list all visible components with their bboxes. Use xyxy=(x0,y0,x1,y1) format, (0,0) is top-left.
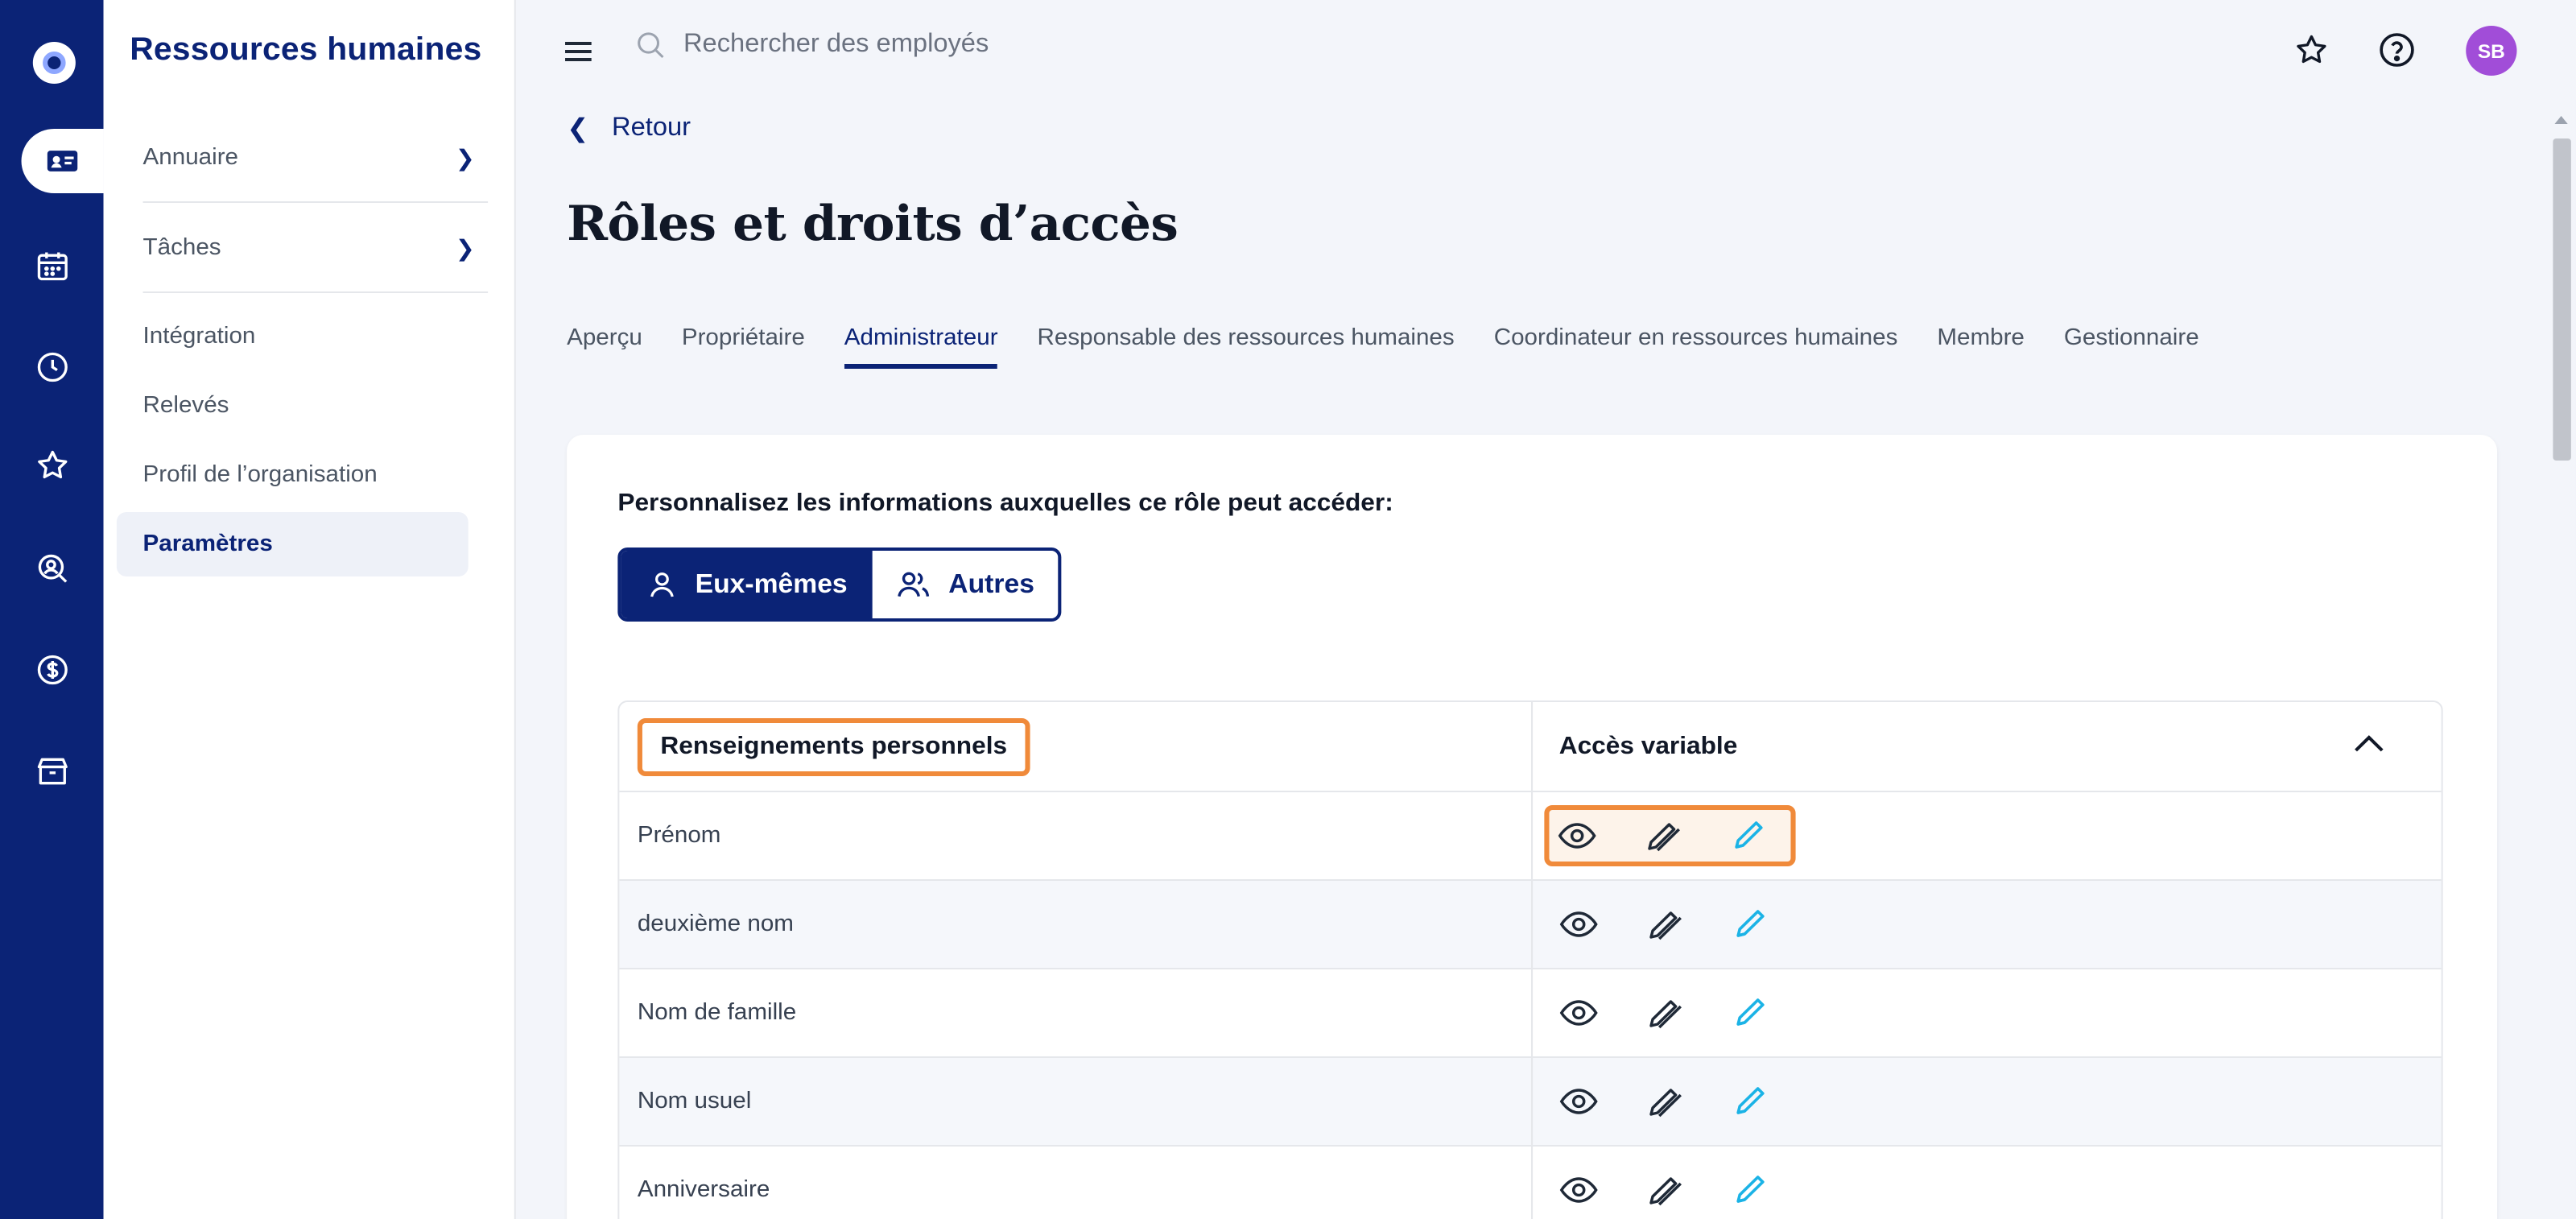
sidebar: Ressources humaines Annuaire ❯ Tâches ❯ … xyxy=(103,0,516,1219)
logo-icon[interactable] xyxy=(32,42,76,84)
help-icon[interactable] xyxy=(2377,31,2417,69)
field-name: Nom de famille xyxy=(619,969,1534,1056)
table-row: Prénom xyxy=(619,791,2442,879)
sidebar-item-label: Annuaire xyxy=(142,145,239,171)
field-name: deuxième nom xyxy=(619,881,1534,968)
tab-membre[interactable]: Membre xyxy=(1937,325,2025,369)
edit-request-pencil-icon[interactable] xyxy=(1645,1171,1684,1209)
app-rail xyxy=(0,0,104,1219)
chevron-right-icon: ❯ xyxy=(455,235,475,261)
tab-responsable-rh[interactable]: Responsable des ressources humaines xyxy=(1038,325,1455,369)
permissions-card: Personnalisez les informations auxquelle… xyxy=(567,435,2498,1219)
edit-pencil-icon[interactable] xyxy=(1730,905,1769,944)
calendar-icon[interactable] xyxy=(0,233,104,298)
sidebar-item-label: Relevés xyxy=(142,393,229,419)
view-eye-icon[interactable] xyxy=(1559,1082,1599,1121)
clock-icon[interactable] xyxy=(0,335,104,399)
sidebar-item-releves[interactable]: Relevés xyxy=(117,374,478,438)
chevron-left-icon: ❮ xyxy=(567,116,589,143)
back-link[interactable]: ❮ Retour xyxy=(567,113,691,145)
sidebar-item-label: Intégration xyxy=(142,324,256,349)
edit-pencil-icon[interactable] xyxy=(1730,994,1769,1032)
table-row: Anniversaire xyxy=(619,1145,2442,1219)
field-name: Nom usuel xyxy=(619,1058,1534,1145)
scrollbar-thumb[interactable] xyxy=(2553,138,2571,461)
sidebar-item-label: Tâches xyxy=(142,235,221,261)
view-eye-icon[interactable] xyxy=(1559,994,1599,1032)
dollar-icon[interactable] xyxy=(0,638,104,702)
edit-request-pencil-icon[interactable] xyxy=(1645,905,1684,944)
table-row: Nom de famille xyxy=(619,968,2442,1056)
people-card-icon[interactable] xyxy=(21,129,104,193)
table-row: Nom usuel xyxy=(619,1056,2442,1145)
edit-request-pencil-icon[interactable] xyxy=(1645,1082,1684,1121)
search-input[interactable] xyxy=(683,31,1177,60)
toggle-others-label: Autres xyxy=(948,569,1034,598)
edit-pencil-icon[interactable] xyxy=(1730,1082,1769,1121)
permission-controls xyxy=(1553,982,1777,1043)
section-header: Renseignements personnels xyxy=(637,717,1030,775)
page-scrollbar[interactable] xyxy=(2548,100,2576,1219)
edit-request-pencil-icon[interactable] xyxy=(1643,816,1682,855)
permissions-table: Renseignements personnels Accès variable… xyxy=(617,700,2443,1219)
view-eye-icon[interactable] xyxy=(1559,1171,1599,1209)
scroll-up-arrow-icon[interactable] xyxy=(2554,116,2568,124)
edit-pencil-icon[interactable] xyxy=(1728,816,1768,855)
back-label: Retour xyxy=(612,114,691,142)
edit-request-pencil-icon[interactable] xyxy=(1645,994,1684,1032)
avatar[interactable]: SB xyxy=(2466,26,2517,76)
sidebar-item-annuaire[interactable]: Annuaire ❯ xyxy=(117,126,489,203)
sidebar-item-integration[interactable]: Intégration xyxy=(117,304,478,369)
field-name: Prénom xyxy=(619,792,1534,879)
permission-controls xyxy=(1544,805,1796,866)
person-icon xyxy=(650,572,675,597)
card-prompt: Personnalisez les informations auxquelle… xyxy=(617,490,1393,517)
tab-proprietaire[interactable]: Propriétaire xyxy=(682,325,805,369)
permission-controls xyxy=(1553,894,1777,955)
chevron-up-icon[interactable] xyxy=(2352,731,2385,754)
favorites-star-icon[interactable] xyxy=(2292,31,2331,69)
app-title: Ressources humaines xyxy=(130,32,482,68)
box-icon[interactable] xyxy=(0,739,104,804)
view-eye-icon[interactable] xyxy=(1559,905,1599,944)
table-row: deuxième nom xyxy=(619,879,2442,968)
chevron-right-icon: ❯ xyxy=(455,145,475,171)
scope-toggle: Eux-mêmes Autres xyxy=(617,548,1062,622)
sidebar-item-label: Paramètres xyxy=(142,531,273,557)
toggle-self-label: Eux-mêmes xyxy=(695,569,848,598)
sidebar-item-profil-organisation[interactable]: Profil de l’organisation xyxy=(117,443,478,507)
role-tabs: Aperçu Propriétaire Administrateur Respo… xyxy=(567,325,2199,369)
edit-pencil-icon[interactable] xyxy=(1730,1171,1769,1209)
people-icon xyxy=(898,572,930,597)
permission-controls xyxy=(1553,1071,1777,1132)
search-bar xyxy=(634,29,1177,61)
star-icon[interactable] xyxy=(0,433,104,498)
search-icon xyxy=(638,32,664,59)
field-name: Anniversaire xyxy=(619,1147,1534,1219)
sidebar-item-label: Profil de l’organisation xyxy=(142,462,378,488)
search-person-icon[interactable] xyxy=(0,536,104,601)
permission-controls xyxy=(1553,1159,1777,1219)
page-title: Rôles et droits d’accès xyxy=(567,196,1179,253)
tab-administrateur[interactable]: Administrateur xyxy=(844,325,998,369)
toggle-others-button[interactable]: Autres xyxy=(873,551,1059,618)
tab-apercu[interactable]: Aperçu xyxy=(567,325,642,369)
sidebar-item-parametres[interactable]: Paramètres xyxy=(116,512,469,576)
top-bar: SB xyxy=(516,0,2576,100)
tab-gestionnaire[interactable]: Gestionnaire xyxy=(2064,325,2199,369)
sidebar-item-taches[interactable]: Tâches ❯ xyxy=(117,216,489,293)
toggle-self-button[interactable]: Eux-mêmes xyxy=(621,551,873,618)
access-column-header: Accès variable xyxy=(1558,732,1738,759)
tab-coordinateur-rh[interactable]: Coordinateur en ressources humaines xyxy=(1494,325,1898,369)
view-eye-icon[interactable] xyxy=(1558,816,1597,855)
menu-icon[interactable] xyxy=(565,42,592,61)
table-header-row: Renseignements personnels Accès variable xyxy=(619,702,2441,791)
